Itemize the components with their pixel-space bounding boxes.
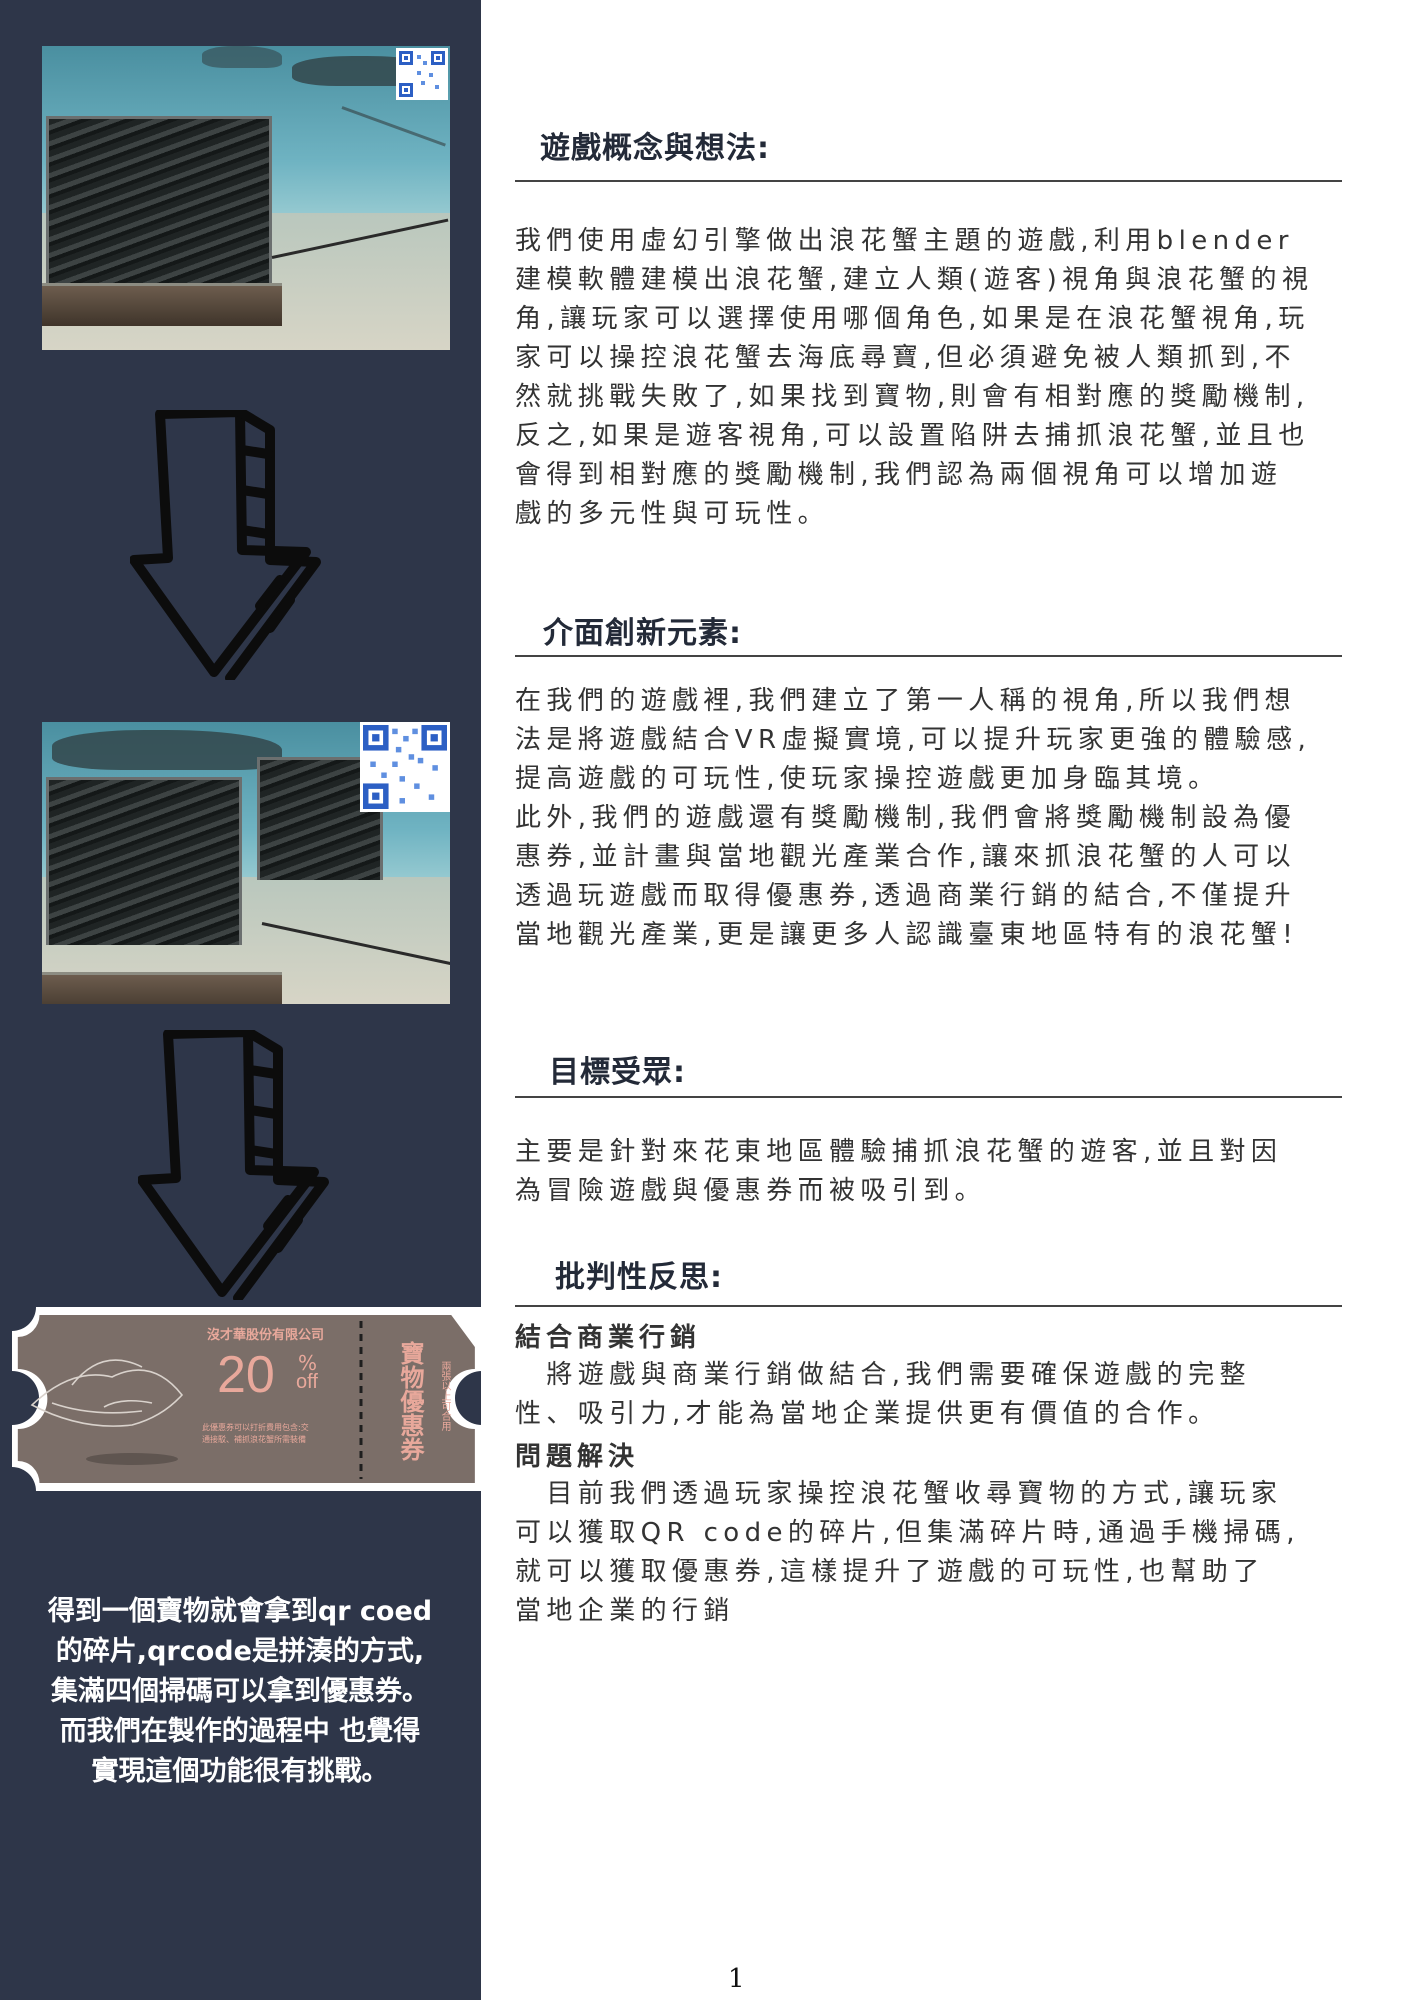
game-screenshot-1 <box>42 46 450 350</box>
coupon-company: 沒才華股份有限公司 <box>207 1328 325 1343</box>
page-number: 1 <box>728 1964 745 1994</box>
section-divider <box>515 180 1342 182</box>
down-arrow-icon <box>130 410 321 680</box>
section-body: 主要是針對來花東地區體驗捕抓浪花蟹的遊客,並且對因 為冒險遊戲與優惠券而被吸引到… <box>515 1137 1283 1206</box>
down-arrow-icon <box>138 1030 329 1300</box>
coupon-title: 寶物優惠券 <box>396 1341 424 1461</box>
section-body: 將遊戲與商業行銷做結合,我們需要確保遊戲的完整 性、吸引力,才能為當地企業提供更… <box>515 1360 1251 1429</box>
section-divider <box>515 1305 1342 1307</box>
coupon-off: off <box>296 1371 318 1393</box>
section-heading: 介面創新元素: <box>543 616 742 651</box>
section-heading: 批判性反思: <box>555 1260 723 1295</box>
section-divider <box>515 1096 1342 1098</box>
section-subheading: 結合商業行銷 <box>515 1323 702 1353</box>
coupon-note: 此優惠券可以打折費用包含:交 <box>202 1423 309 1432</box>
sidebar: 沒才華股份有限公司 20 % off 此優惠券可以打折費用包含:交 通接駁、補抓… <box>0 0 482 2000</box>
game-screenshot-2 <box>42 722 450 1004</box>
section-heading: 目標受眾: <box>549 1055 686 1090</box>
coupon-note: 通接駁、補抓浪花蟹所需裝備 <box>202 1435 306 1444</box>
section-heading: 遊戲概念與想法: <box>540 131 770 166</box>
section-body: 我們使用虛幻引擎做出浪花蟹主題的遊戲,利用blender 建模軟體建模出浪花蟹,… <box>515 226 1314 529</box>
qr-code-fragment <box>396 48 448 100</box>
section-subheading: 問題解決 <box>515 1442 640 1472</box>
section-divider <box>515 655 1342 657</box>
sidebar-caption: 得到一個寶物就會拿到qr coed 的碎片,qrcode是拼湊的方式, 集滿四個… <box>47 1596 433 1787</box>
qr-code-fragment <box>360 722 450 812</box>
coupon-subtitle: 兩張以上可合用 <box>439 1361 450 1431</box>
coupon-ticket: 沒才華股份有限公司 20 % off 此優惠券可以打折費用包含:交 通接駁、補抓… <box>12 1307 482 1491</box>
coupon-discount: 20 <box>217 1346 275 1404</box>
section-body: 在我們的遊戲裡,我們建立了第一人稱的視角,所以我們想 法是將遊戲結合VR虛擬實境… <box>515 686 1312 950</box>
section-body: 目前我們透過玩家操控浪花蟹收尋寶物的方式,讓玩家 可以獲取QR code的碎片,… <box>515 1479 1300 1626</box>
